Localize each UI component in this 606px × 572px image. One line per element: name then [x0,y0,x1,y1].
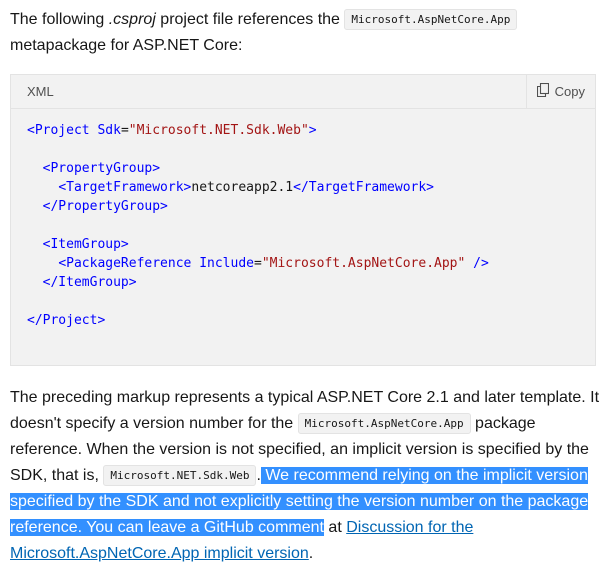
intro-text-before: The following [10,11,109,28]
body-paragraph: The preceding markup represents a typica… [10,385,602,567]
code-block-header: XML Copy [11,74,595,109]
code-block: XML Copy <Project Sdk="Microsoft.NET.Sdk… [10,74,596,366]
intro-text-middle: project file references the [155,11,345,28]
code-line: <Project Sdk="Microsoft.NET.Sdk.Web"> [27,123,317,138]
code-line: </ItemGroup> [42,275,137,290]
body-text-5: . [308,545,314,562]
code-line: <TargetFramework>netcoreapp2.1</TargetFr… [58,180,435,195]
inline-code-metapackage: Microsoft.AspNetCore.App [344,9,518,30]
intro-text-after: metapackage for ASP.NET Core: [10,37,243,54]
inline-code-package: Microsoft.AspNetCore.App [297,413,471,434]
code-language-label: XML [27,84,54,99]
code-line: <PropertyGroup> [42,161,161,176]
doc-page: The following .csproj project file refer… [0,0,606,572]
copy-label: Copy [554,84,585,99]
code-line: <ItemGroup> [42,237,129,252]
code-line: </Project> [27,313,106,328]
body-text-4: at [323,519,347,536]
intro-paragraph: The following .csproj project file refer… [10,7,602,59]
copy-button[interactable]: Copy [525,74,595,109]
inline-code-sdk: Microsoft.NET.Sdk.Web [103,465,257,486]
intro-emphasis: .csproj [108,11,156,28]
code-content: <Project Sdk="Microsoft.NET.Sdk.Web"> <P… [11,109,595,330]
copy-icon [536,82,549,100]
code-line: </PropertyGroup> [42,199,168,214]
code-line: <PackageReference Include="Microsoft.Asp… [58,256,489,271]
